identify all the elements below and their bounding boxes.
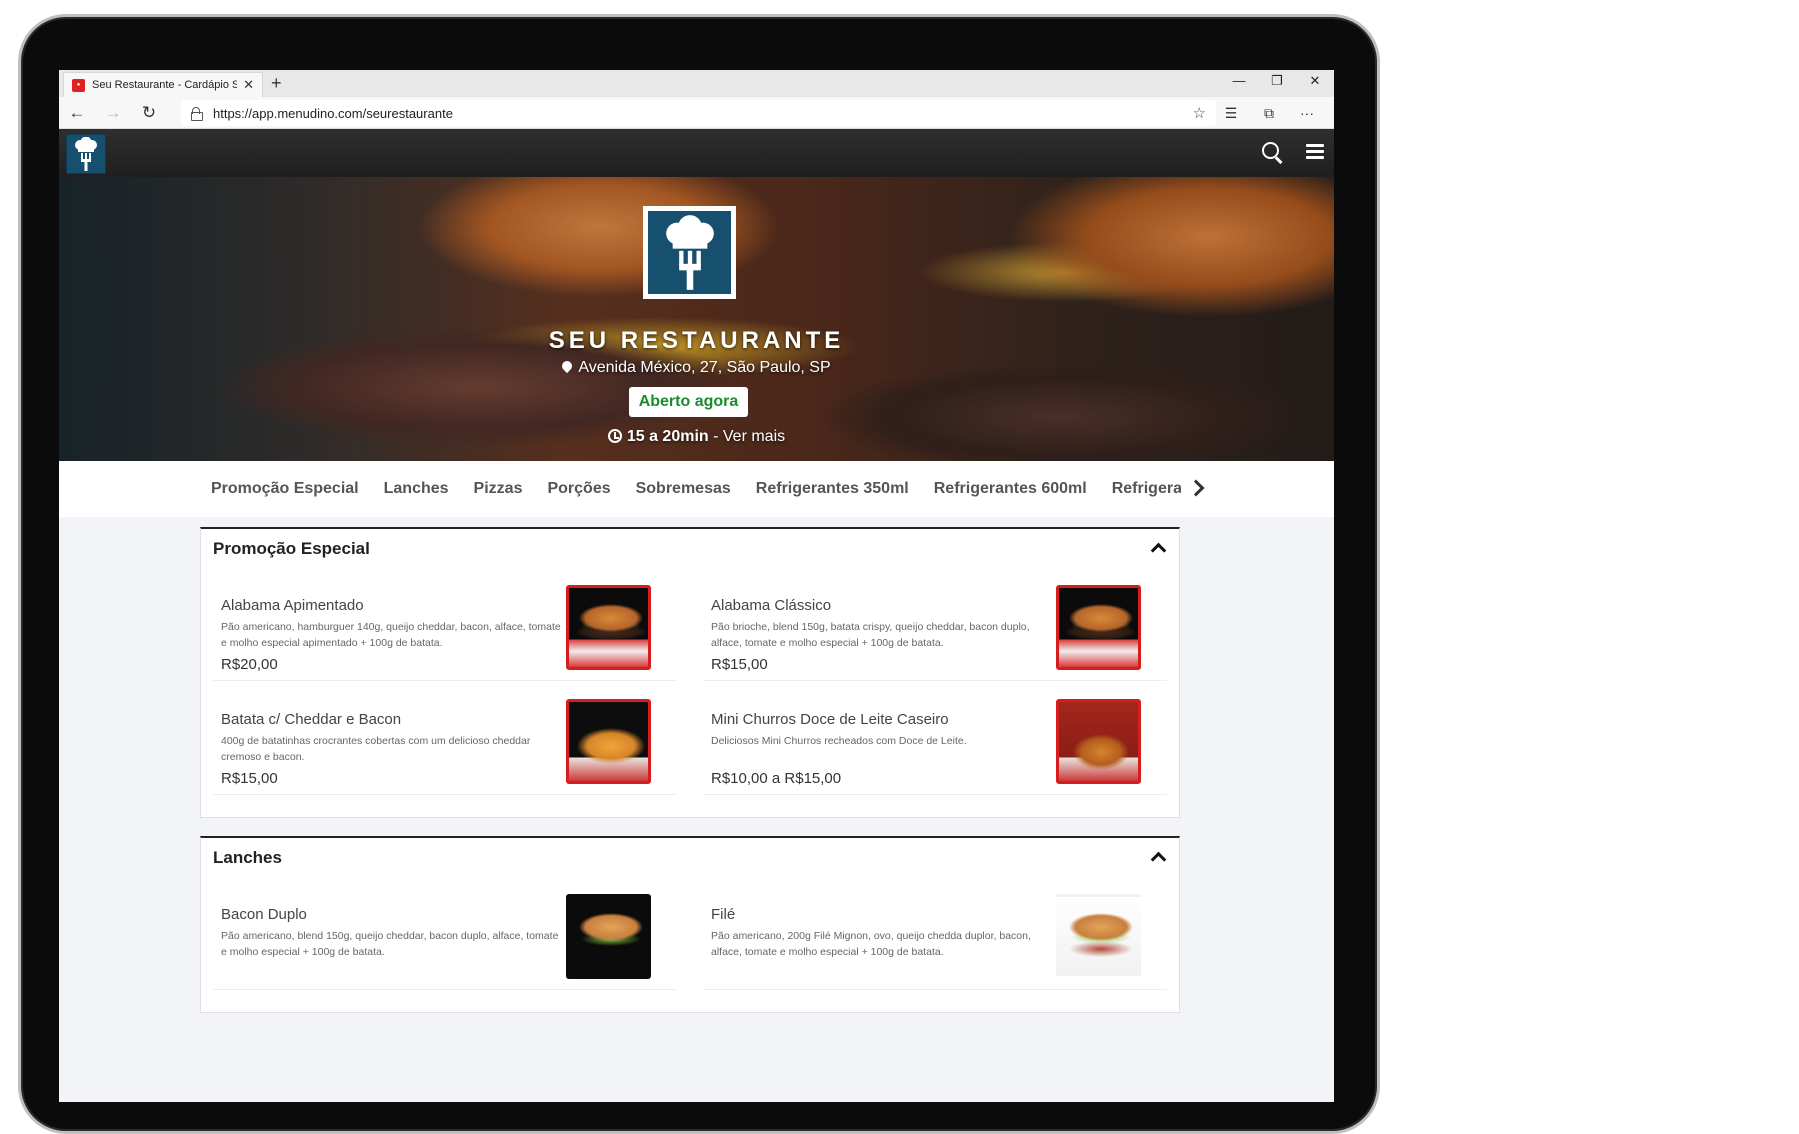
item-name: Alabama Apimentado (221, 597, 364, 614)
favorites-list-icon[interactable]: ☰ (1212, 105, 1250, 122)
lock-icon (191, 107, 203, 121)
address-bar[interactable]: https://app.menudino.com/seurestaurante … (181, 100, 1216, 126)
item-name: Filé (711, 906, 736, 923)
url-text[interactable]: https://app.menudino.com/seurestaurante (213, 106, 1193, 121)
delivery-time-value: 15 a 20min (626, 428, 709, 445)
item-description: Pão americano, 200g Filé Mignon, ovo, qu… (711, 930, 1031, 958)
item-photo[interactable] (566, 894, 651, 979)
menu-item[interactable]: Batata c/ Cheddar e Bacon 400g de batati… (213, 695, 677, 795)
restaurant-hero: SEU RESTAURANTE Avenida México, 27, São … (59, 177, 1334, 461)
item-photo[interactable] (1056, 585, 1141, 670)
browser-tool-icons: ☰ ⧉ ··· (1212, 97, 1326, 129)
forward-arrow-icon[interactable]: → (95, 103, 131, 123)
menu-section: Lanches Bacon Duplo Pão americano, blend… (200, 836, 1180, 1013)
item-name: Mini Churros Doce de Leite Caseiro (711, 711, 949, 728)
category-tab[interactable]: Pizzas (474, 480, 523, 498)
hero-logo-icon (643, 206, 736, 299)
open-status-badge: Aberto agora (629, 387, 748, 417)
collections-icon[interactable]: ⧉ (1250, 105, 1288, 122)
item-photo[interactable] (1056, 894, 1141, 979)
section-header[interactable]: Promoção Especial (201, 529, 1179, 569)
item-photo[interactable] (1056, 699, 1141, 784)
item-description: Pão brioche, blend 150g, batata crispy, … (711, 621, 1030, 649)
category-tab[interactable]: Refrigerant (1112, 480, 1181, 498)
menu-item[interactable]: Bacon Duplo Pão americano, blend 150g, q… (213, 890, 677, 990)
category-tab[interactable]: Refrigerantes 350ml (756, 480, 909, 498)
tab-title: Seu Restaurante - Cardápio Si (92, 79, 238, 91)
delivery-time[interactable]: 15 a 20min - Ver mais (59, 427, 1334, 446)
item-name: Batata c/ Cheddar e Bacon (221, 711, 402, 728)
item-photo[interactable] (566, 585, 651, 670)
window-controls: — ❐ ✕ (1220, 70, 1334, 97)
category-nav: Promoção Especial Lanches Pizzas Porções… (59, 461, 1334, 517)
more-options-icon[interactable]: ··· (1288, 105, 1326, 121)
chevron-right-icon[interactable] (1189, 478, 1203, 498)
category-tab[interactable]: Lanches (384, 480, 449, 498)
item-description: Deliciosos Mini Churros recheados com Do… (711, 735, 967, 747)
restore-icon[interactable]: ❐ (1258, 70, 1296, 97)
clock-icon (607, 429, 622, 443)
item-description: Pão americano, hamburguer 140g, queijo c… (221, 621, 561, 649)
menu-content: Promoção Especial Alabama Apimentado Pão… (200, 527, 1180, 1031)
browser-titlebar: ● Seu Restaurante - Cardápio Si ✕ + — ❐ … (59, 70, 1334, 97)
restaurant-name: SEU RESTAURANTE (548, 327, 845, 354)
item-name: Bacon Duplo (221, 906, 307, 923)
menu-item[interactable]: Filé Pão americano, 200g Filé Mignon, ov… (703, 890, 1167, 990)
category-tab[interactable]: Promoção Especial (211, 480, 359, 498)
category-tab[interactable]: Sobremesas (636, 480, 731, 498)
item-grid: Bacon Duplo Pão americano, blend 150g, q… (201, 878, 1179, 1012)
item-price: R$20,00 (221, 656, 278, 673)
favorite-star-icon[interactable]: ☆ (1193, 104, 1206, 122)
category-list: Promoção Especial Lanches Pizzas Porções… (211, 461, 1181, 517)
new-tab-icon[interactable]: + (271, 73, 282, 94)
item-price: R$15,00 (711, 656, 768, 673)
item-price: R$10,00 a R$15,00 (711, 770, 842, 787)
address-text: Avenida México, 27, São Paulo, SP (578, 359, 831, 376)
menu-item[interactable]: Mini Churros Doce de Leite Caseiro Delic… (703, 695, 1167, 795)
item-name: Alabama Clássico (711, 597, 832, 614)
category-tab[interactable]: Porções (547, 480, 610, 498)
app-header (59, 129, 1334, 177)
browser-window: ● Seu Restaurante - Cardápio Si ✕ + — ❐ … (59, 70, 1334, 1102)
menu-item[interactable]: Alabama Clássico Pão brioche, blend 150g… (703, 581, 1167, 681)
back-arrow-icon[interactable]: ← (59, 103, 95, 123)
item-price: R$15,00 (221, 770, 278, 787)
menu-item[interactable]: Alabama Apimentado Pão americano, hambur… (213, 581, 677, 681)
item-description: 400g de batatinhas crocrantes cobertas c… (221, 735, 531, 763)
map-pin-icon (560, 358, 575, 374)
item-grid: Alabama Apimentado Pão americano, hambur… (201, 569, 1179, 817)
minimize-icon[interactable]: — (1220, 70, 1258, 97)
browser-toolbar: ← → ↻ https://app.menudino.com/seurestau… (59, 97, 1334, 129)
section-title: Lanches (213, 848, 282, 867)
restaurant-address: Avenida México, 27, São Paulo, SP (59, 358, 1334, 377)
search-icon[interactable] (1260, 140, 1286, 166)
hamburger-menu-icon[interactable] (1306, 144, 1324, 160)
see-more-link[interactable]: - Ver mais (709, 428, 785, 445)
restaurant-logo-icon[interactable] (66, 134, 106, 174)
refresh-icon[interactable]: ↻ (131, 103, 167, 123)
item-photo[interactable] (566, 699, 651, 784)
chevron-up-icon[interactable] (1151, 852, 1165, 862)
close-window-icon[interactable]: ✕ (1296, 70, 1334, 97)
browser-tab[interactable]: ● Seu Restaurante - Cardápio Si ✕ (63, 72, 263, 97)
site-favicon-icon: ● (72, 78, 85, 92)
section-header[interactable]: Lanches (201, 838, 1179, 878)
category-tab[interactable]: Refrigerantes 600ml (934, 480, 1087, 498)
section-title: Promoção Especial (213, 539, 370, 558)
chevron-up-icon[interactable] (1151, 543, 1165, 553)
item-description: Pão americano, blend 150g, queijo chedda… (221, 930, 559, 958)
menu-section: Promoção Especial Alabama Apimentado Pão… (200, 527, 1180, 818)
close-tab-icon[interactable]: ✕ (243, 77, 254, 93)
